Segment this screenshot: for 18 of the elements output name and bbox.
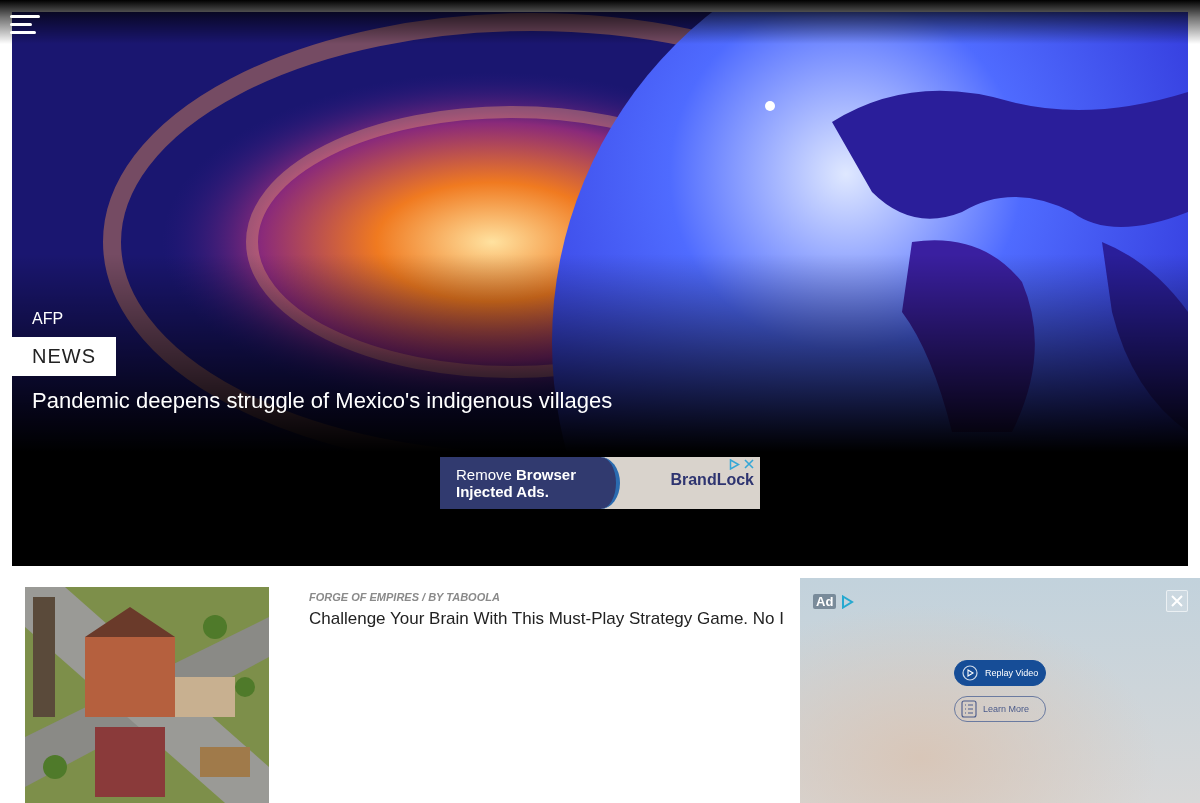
ad-choices-icon[interactable]: [841, 594, 855, 609]
source-label: AFP: [32, 310, 64, 328]
category-tag[interactable]: NEWS: [12, 337, 116, 376]
ad-text: Remove Browser Injected Ads.: [456, 466, 578, 500]
close-icon[interactable]: [744, 459, 754, 469]
banner-ad[interactable]: Remove Browser Injected Ads. BrandLock: [440, 457, 760, 509]
close-button[interactable]: [1166, 590, 1188, 612]
article-headline[interactable]: Pandemic deepens struggle of Mexico's indigenous villages: [32, 388, 613, 414]
replay-icon: [961, 664, 979, 682]
list-icon: [961, 700, 977, 718]
menu-icon[interactable]: [10, 14, 40, 36]
ad-choices-icon[interactable]: [729, 459, 740, 470]
ad-label: Ad: [813, 594, 837, 609]
close-icon: [1170, 594, 1184, 608]
sponsored-headline[interactable]: Challenge Your Brain With This Must-Play Strategy Game. No I: [309, 609, 784, 629]
brand-logo: BrandLock: [670, 471, 754, 489]
sponsor-label: FORGE OF EMPIRES / BY TABOOLA: [309, 591, 500, 603]
replay-video-button[interactable]: Replay Video: [954, 660, 1046, 686]
